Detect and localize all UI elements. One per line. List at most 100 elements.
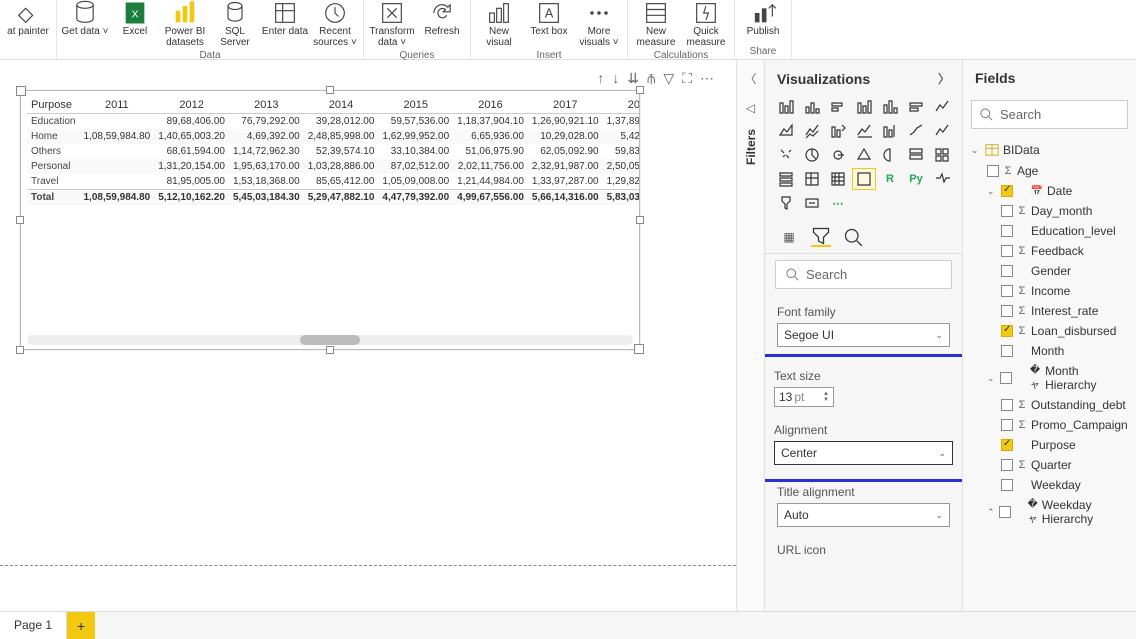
text-size-input[interactable]: 13 pt ▲▼: [774, 387, 834, 407]
viz-type-22[interactable]: [801, 169, 823, 189]
field-checkbox[interactable]: [1001, 245, 1013, 257]
format-tab-icon[interactable]: [811, 227, 831, 247]
matrix-col-header[interactable]: 2013: [229, 97, 304, 114]
scrollbar-thumb[interactable]: [300, 335, 360, 345]
field-weekday-hierarchy[interactable]: ⌃�ャWeekday Hierarchy: [971, 495, 1128, 529]
viz-type-3[interactable]: [853, 97, 875, 117]
new-measure[interactable]: New measure: [632, 0, 680, 48]
viz-type-27[interactable]: [931, 169, 953, 189]
field-outstanding_debt[interactable]: ΣOutstanding_debt: [971, 395, 1128, 415]
filter-icon[interactable]: ▽: [663, 70, 674, 87]
fields-tab-icon[interactable]: ▦: [779, 227, 799, 247]
more-visuals[interactable]: More visuals ˅: [575, 0, 623, 48]
field-checkbox[interactable]: [1000, 372, 1012, 384]
collapse-pane-icon[interactable]: 〉: [938, 70, 950, 87]
matrix-header[interactable]: Purpose: [27, 97, 79, 114]
add-page-button[interactable]: +: [67, 612, 95, 639]
field-checkbox[interactable]: [1001, 205, 1013, 217]
field-checkbox[interactable]: [1001, 399, 1013, 411]
viz-type-19[interactable]: [905, 145, 927, 165]
field-interest_rate[interactable]: ΣInterest_rate: [971, 301, 1128, 321]
expand-down-icon[interactable]: ⇊: [627, 70, 639, 87]
viz-type-18[interactable]: [879, 145, 901, 165]
chevron-icon[interactable]: ⌄: [987, 186, 997, 197]
horizontal-scrollbar[interactable]: [27, 335, 633, 345]
viz-type-13[interactable]: [931, 121, 953, 141]
viz-type-7[interactable]: [775, 121, 797, 141]
field-date[interactable]: ⌄📅Date: [971, 181, 1128, 201]
viz-type-15[interactable]: [801, 145, 823, 165]
fields-search[interactable]: Search: [971, 100, 1128, 129]
excel[interactable]: XExcel: [111, 0, 159, 37]
field-checkbox[interactable]: [987, 165, 999, 177]
field-education_level[interactable]: Education_level: [971, 221, 1128, 241]
field-feedback[interactable]: ΣFeedback: [971, 241, 1128, 261]
viz-type-24[interactable]: [853, 169, 875, 189]
publish[interactable]: Publish: [739, 0, 787, 37]
field-gender[interactable]: Gender: [971, 261, 1128, 281]
pbi-datasets[interactable]: Power BI datasets: [161, 0, 209, 48]
viz-type-4[interactable]: [879, 97, 901, 117]
viz-type-8[interactable]: [801, 121, 823, 141]
field-income[interactable]: ΣIncome: [971, 281, 1128, 301]
matrix-total-row[interactable]: Total1,08,59,984.805,12,10,162.205,45,03…: [27, 190, 639, 206]
spinner-icon[interactable]: ▲▼: [823, 391, 829, 403]
matrix-col-header[interactable]: 2017: [528, 97, 603, 114]
field-checkbox[interactable]: [999, 506, 1011, 518]
matrix-col-header[interactable]: 2016: [453, 97, 528, 114]
drill-down-icon[interactable]: ↓: [612, 70, 619, 87]
chevron-icon[interactable]: ⌃: [987, 507, 995, 518]
viz-type-17[interactable]: [853, 145, 875, 165]
viz-type-25[interactable]: R: [879, 169, 901, 189]
title-alignment-select[interactable]: Auto ⌄: [777, 503, 950, 527]
viz-type-21[interactable]: [775, 169, 797, 189]
matrix-col-header[interactable]: 2014: [304, 97, 379, 114]
viz-type-1[interactable]: [801, 97, 823, 117]
new-visual[interactable]: New visual: [475, 0, 523, 48]
get-data[interactable]: Get data ˅: [61, 0, 109, 37]
matrix-row[interactable]: Travel81,95,005.001,53,18,368.0085,65,41…: [27, 174, 639, 190]
chevron-icon[interactable]: ⌄: [987, 373, 996, 384]
viz-type-11[interactable]: [879, 121, 901, 141]
quick-measure[interactable]: Quick measure: [682, 0, 730, 48]
field-checkbox[interactable]: [1001, 285, 1013, 297]
field-day_month[interactable]: ΣDay_month: [971, 201, 1128, 221]
format-painter[interactable]: at painter: [4, 0, 52, 37]
expand-all-icon[interactable]: ⫚: [647, 70, 655, 87]
analytics-tab-icon[interactable]: [843, 227, 863, 247]
field-month[interactable]: Month: [971, 341, 1128, 361]
matrix-row[interactable]: Others68,61,594.001,14,72,962.3052,39,57…: [27, 144, 639, 159]
field-checkbox[interactable]: [1001, 439, 1013, 451]
font-family-select[interactable]: Segoe UI ⌄: [777, 323, 950, 347]
viz-type-20[interactable]: [931, 145, 953, 165]
viz-type-10[interactable]: [853, 121, 875, 141]
matrix-row[interactable]: Education89,68,406.0076,79,292.0039,28,0…: [27, 114, 639, 130]
transform-data[interactable]: Transform data ˅: [368, 0, 416, 48]
viz-type-5[interactable]: [905, 97, 927, 117]
field-checkbox[interactable]: [1001, 185, 1013, 197]
viz-type-2[interactable]: [827, 97, 849, 117]
sql-server[interactable]: SQL Server: [211, 0, 259, 48]
more-options-icon[interactable]: ⋯: [700, 70, 714, 87]
canvas[interactable]: ↑ ↓ ⇊ ⫚ ▽ ⛶ ⋯ Purpose2011201220132014201…: [0, 60, 736, 611]
viz-type-23[interactable]: [827, 169, 849, 189]
matrix-col-header[interactable]: 2018: [603, 97, 639, 114]
field-checkbox[interactable]: [1001, 325, 1013, 337]
viz-type-14[interactable]: [775, 145, 797, 165]
field-checkbox[interactable]: [1001, 265, 1013, 277]
enter-data[interactable]: Enter data: [261, 0, 309, 37]
expand-filters-icon[interactable]: 〈: [744, 70, 756, 87]
field-purpose[interactable]: Purpose: [971, 435, 1128, 455]
field-checkbox[interactable]: [1001, 345, 1013, 357]
field-checkbox[interactable]: [1001, 225, 1013, 237]
refresh[interactable]: Refresh: [418, 0, 466, 37]
viz-type-26[interactable]: Py: [905, 169, 927, 189]
field-weekday[interactable]: Weekday: [971, 475, 1128, 495]
field-quarter[interactable]: ΣQuarter: [971, 455, 1128, 475]
matrix-row[interactable]: Personal1,31,20,154.001,95,63,170.001,03…: [27, 159, 639, 174]
focus-mode-icon[interactable]: ⛶: [682, 70, 692, 87]
matrix-col-header[interactable]: 2012: [154, 97, 229, 114]
field-checkbox[interactable]: [1001, 419, 1013, 431]
filters-icon[interactable]: ◁: [746, 101, 755, 115]
viz-type-30[interactable]: ⋯: [827, 193, 849, 213]
